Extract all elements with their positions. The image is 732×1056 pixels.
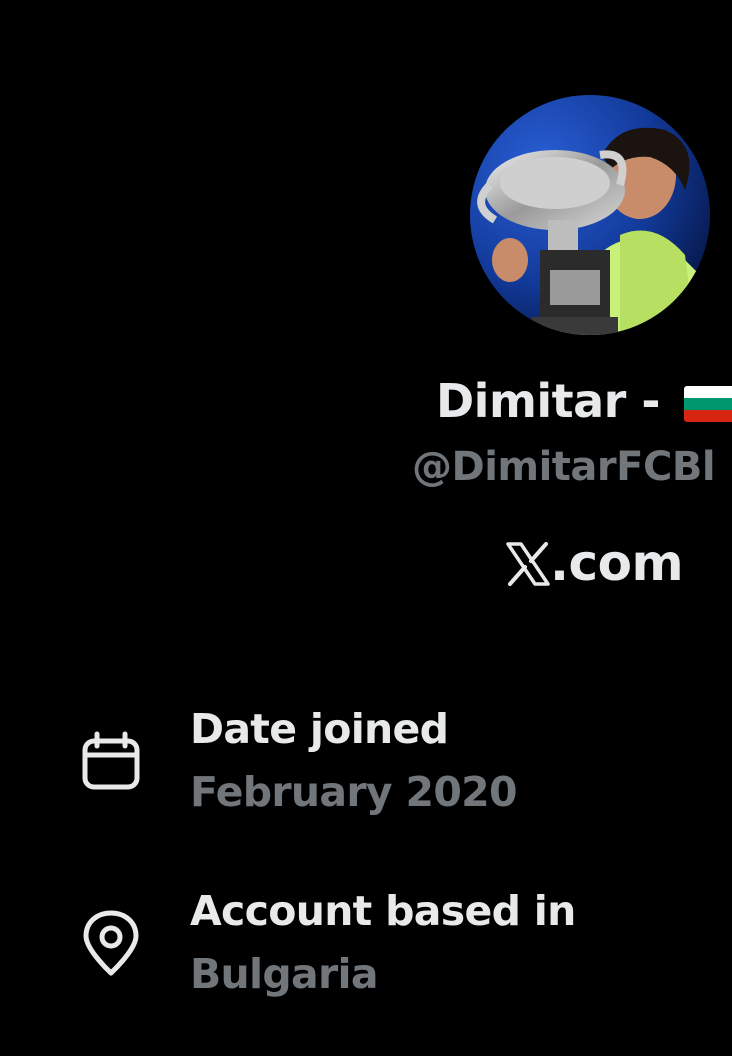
date-joined-title: Date joined	[190, 705, 449, 753]
location-pin-icon	[83, 910, 139, 976]
x-logo-icon[interactable]	[504, 540, 552, 588]
profile-display-name: Dimitar -	[436, 374, 660, 428]
account-location-title: Account based in	[190, 887, 576, 935]
profile-avatar[interactable]	[470, 95, 710, 335]
profile-handle: @DimitarFCBl	[412, 444, 716, 490]
profile-website-link[interactable]: .com	[550, 534, 684, 592]
calendar-icon	[82, 731, 140, 790]
avatar-image	[470, 95, 710, 335]
account-location-value: Bulgaria	[190, 950, 379, 998]
bulgaria-flag-icon	[684, 386, 732, 422]
date-joined-value: February 2020	[190, 768, 518, 816]
